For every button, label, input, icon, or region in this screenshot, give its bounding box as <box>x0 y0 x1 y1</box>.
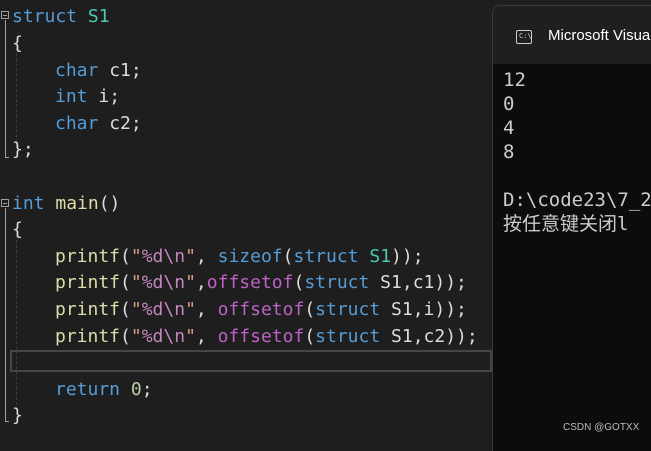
argument: S1,c2 <box>380 326 446 347</box>
format-string: %d\n <box>141 272 186 293</box>
function-name: printf <box>55 299 121 320</box>
debug-console-window[interactable]: C:\ Microsoft Visua 12 0 4 8 D:\code23\7… <box>492 5 651 451</box>
format-string: %d\n <box>141 299 186 320</box>
fold-line <box>5 20 6 158</box>
string-quote: " <box>185 326 196 347</box>
keyword: struct <box>12 6 78 27</box>
type-name: S1 <box>87 6 110 27</box>
format-string: %d\n <box>141 246 186 267</box>
function-name: printf <box>55 326 121 347</box>
function-name: printf <box>55 246 121 267</box>
paren: ( <box>120 246 131 267</box>
argument: S1 <box>358 246 392 267</box>
paren: ( <box>304 299 316 320</box>
keyword: struct <box>315 326 381 347</box>
code-line-printf-sizeof[interactable]: printf("%d\n", sizeof(struct S1)); <box>55 243 424 270</box>
string-quote: " <box>130 299 142 320</box>
function-name: printf <box>55 272 121 293</box>
separator: , <box>195 246 218 267</box>
paren: ( <box>293 272 305 293</box>
line-end: )); <box>391 246 424 267</box>
number: 0 <box>130 379 142 400</box>
console-output-line: 按任意键关闭l <box>503 213 629 235</box>
parens: () <box>98 193 121 214</box>
code-line-close-brace[interactable]: } <box>12 402 23 429</box>
string-quote: " <box>130 246 142 267</box>
member-name: c1; <box>109 60 142 81</box>
string-quote: " <box>130 272 142 293</box>
current-line-highlight <box>10 350 492 372</box>
keyword: struct <box>293 246 359 267</box>
operator: sizeof <box>217 246 283 267</box>
keyword: struct <box>315 299 381 320</box>
type-keyword: char <box>55 113 99 134</box>
code-line-main[interactable]: int main() <box>12 190 120 217</box>
line-end: )); <box>445 326 478 347</box>
member-name: c2; <box>109 113 142 134</box>
function-name: main <box>55 193 99 214</box>
string-quote: " <box>185 272 196 293</box>
format-string: %d\n <box>141 326 186 347</box>
code-line-open-brace[interactable]: { <box>12 216 23 243</box>
paren: ( <box>120 299 131 320</box>
argument: S1,i <box>380 299 435 320</box>
paren: ( <box>304 326 316 347</box>
fold-line <box>5 208 6 422</box>
code-line-member-i[interactable]: int i; <box>55 83 120 110</box>
fold-toggle-icon[interactable] <box>1 199 9 207</box>
code-line-struct[interactable]: struct S1 <box>12 3 110 30</box>
keyword: struct <box>304 272 370 293</box>
macro: offsetof <box>217 299 305 320</box>
macro: offsetof <box>217 326 305 347</box>
line-end: )); <box>434 272 467 293</box>
console-output-line: 12 <box>503 69 526 91</box>
separator: , <box>195 326 218 347</box>
console-output-line: 8 <box>503 141 515 163</box>
separator: , <box>195 299 218 320</box>
console-app-icon: C:\ <box>516 30 532 44</box>
code-line-close-brace[interactable]: }; <box>12 136 34 163</box>
paren: ( <box>282 246 294 267</box>
string-quote: " <box>185 299 196 320</box>
keyword: int <box>12 193 45 214</box>
string-quote: " <box>130 326 142 347</box>
type-keyword: char <box>55 60 99 81</box>
code-line-printf-offsetof-c2[interactable]: printf("%d\n", offsetof(struct S1,c2)); <box>55 323 478 350</box>
code-line-printf-offsetof-i[interactable]: printf("%d\n", offsetof(struct S1,i)); <box>55 296 467 323</box>
argument: S1,c1 <box>369 272 435 293</box>
line-end: )); <box>434 299 467 320</box>
fold-end <box>5 157 9 158</box>
fold-toggle-icon[interactable] <box>1 11 9 19</box>
indent-guide <box>16 48 17 148</box>
member-name: i; <box>98 86 121 107</box>
code-line-member-c2[interactable]: char c2; <box>55 110 142 137</box>
line-end: ; <box>141 379 153 400</box>
code-line-return[interactable]: return 0; <box>55 376 153 403</box>
console-titlebar[interactable]: C:\ Microsoft Visua <box>493 6 651 64</box>
indent-guide <box>16 235 17 410</box>
console-title: Microsoft Visua <box>548 27 651 44</box>
code-line-printf-offsetof-c1[interactable]: printf("%d\n",offsetof(struct S1,c1)); <box>55 269 467 296</box>
console-output-line: 0 <box>503 93 515 115</box>
paren: ( <box>120 272 131 293</box>
code-line-open-brace[interactable]: { <box>12 30 23 57</box>
code-line-member-c1[interactable]: char c1; <box>55 57 142 84</box>
watermark: CSDN @GOTXX <box>563 422 640 433</box>
macro: offsetof <box>206 272 294 293</box>
fold-end <box>5 421 9 422</box>
string-quote: " <box>185 246 196 267</box>
type-keyword: int <box>55 86 88 107</box>
paren: ( <box>120 326 131 347</box>
console-output-line: 4 <box>503 117 515 139</box>
console-output-line: D:\code23\7_2 <box>503 189 651 211</box>
keyword: return <box>55 379 121 400</box>
separator: , <box>195 272 207 293</box>
